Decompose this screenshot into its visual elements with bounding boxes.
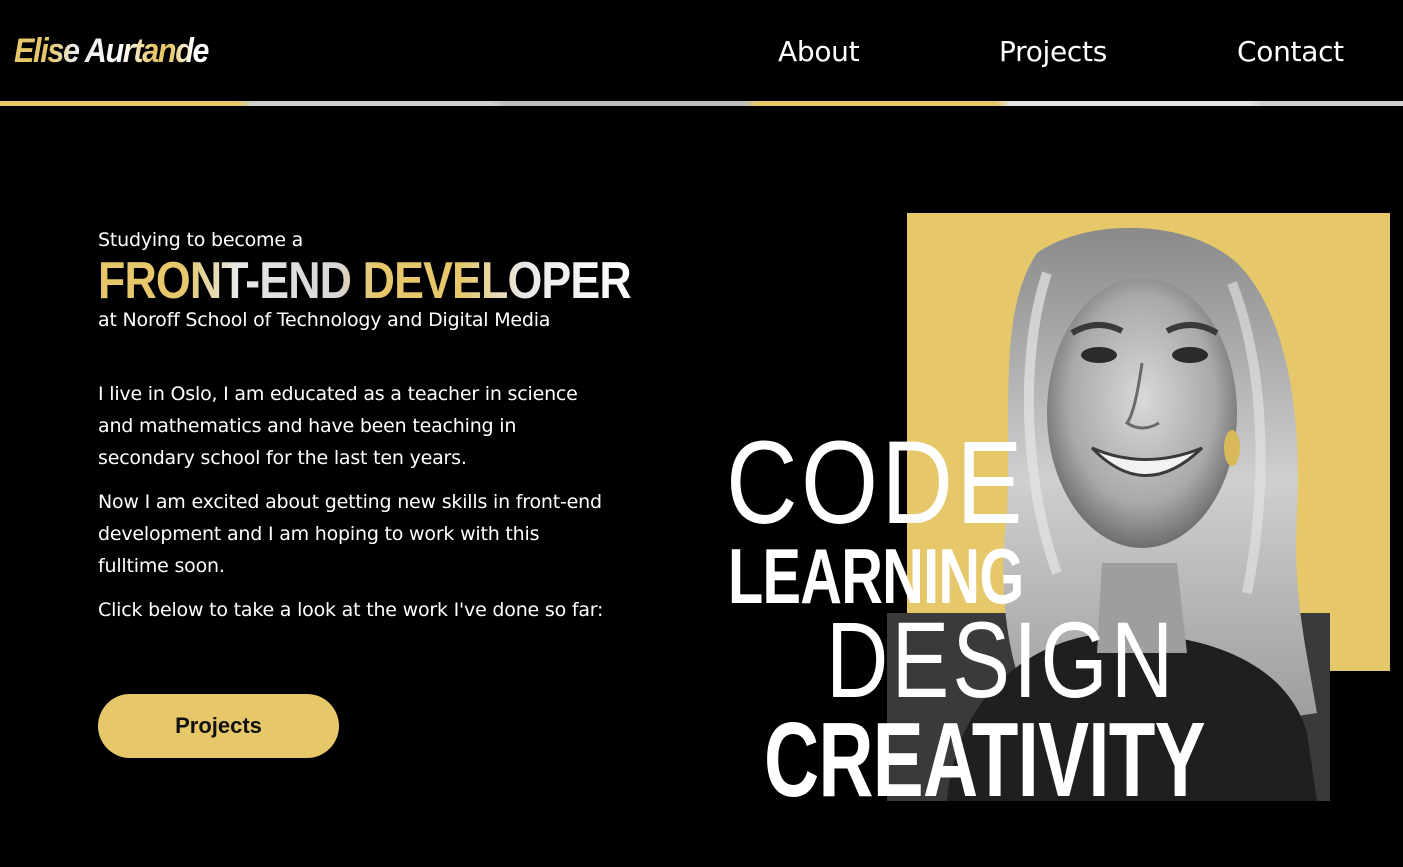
page: Elise Aurtande About Projects Contact St… xyxy=(0,0,1403,867)
bio-section: I live in Oslo, I am educated as a teach… xyxy=(98,378,608,638)
intro-heading: FRONT-END DEVELOPER xyxy=(98,252,632,310)
hero-word-design: DESIGN xyxy=(826,599,1177,720)
intro-pretitle: Studying to become a xyxy=(98,229,304,251)
projects-button[interactable]: Projects xyxy=(98,694,339,758)
bio-paragraph: I live in Oslo, I am educated as a teach… xyxy=(98,383,578,469)
nav-link-contact[interactable]: Contact xyxy=(1237,34,1344,70)
intro-section: Studying to become a FRONT-END DEVELOPER… xyxy=(98,228,632,332)
nav-link-projects[interactable]: Projects xyxy=(999,34,1107,70)
site-header: Elise Aurtande About Projects Contact xyxy=(0,0,1403,106)
nav-link-about[interactable]: About xyxy=(778,34,860,70)
bio-paragraph: Click below to take a look at the work I… xyxy=(98,599,604,621)
hero-collage: CODE LEARNING DESIGN CREATIVITY xyxy=(720,210,1403,819)
header-divider xyxy=(0,101,1403,106)
bio-paragraph: Now I am excited about getting new skill… xyxy=(98,491,602,577)
hero-word-creativity: CREATIVITY xyxy=(764,701,1206,819)
hero-word-code: CODE xyxy=(726,417,1026,549)
main-nav: About Projects Contact xyxy=(0,34,1403,74)
intro-school: at Noroff School of Technology and Digit… xyxy=(98,309,551,331)
